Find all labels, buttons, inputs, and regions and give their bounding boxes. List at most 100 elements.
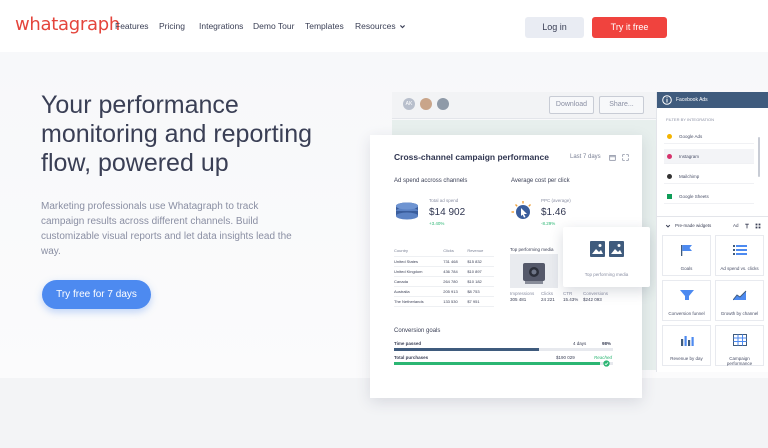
widget-conversion-funnel[interactable]: Conversion funnel (662, 280, 711, 321)
nav-pricing[interactable]: Pricing (159, 21, 185, 31)
integration-instagram[interactable]: Instagram (664, 149, 754, 164)
integration-label: Google Ads (679, 134, 703, 139)
time-passed-value: 4 days (573, 341, 587, 346)
media-thumbnail (510, 254, 558, 288)
table-cell: United Kingdom (394, 266, 444, 277)
nav-integrations[interactable]: Integrations (199, 21, 243, 31)
widget-goals[interactable]: Goals (662, 235, 711, 276)
image-icon (590, 241, 624, 257)
widget-campaign-performance[interactable]: Campaign performance (715, 325, 764, 366)
conversions-header: Conversions (583, 291, 609, 296)
list-icon (733, 245, 747, 255)
integration-google-sheets[interactable]: Google Sheets (664, 189, 754, 204)
integration-mailchimp[interactable]: Mailchimp (664, 169, 754, 184)
table-row: The Netherlands 133 530 $7 951 (394, 296, 494, 307)
integration-label: Mailchimp (679, 174, 700, 179)
mailchimp-icon (667, 174, 672, 179)
avatar (437, 98, 449, 110)
widget-label: Goals (680, 266, 693, 271)
table-cell: $10 182 (467, 276, 494, 287)
try-free-cta-button[interactable]: Try free for 7 days (42, 280, 151, 309)
time-progress-fill (394, 348, 539, 351)
google-sheets-icon (667, 194, 672, 199)
ctr-header: CTR (563, 291, 573, 296)
ad-spend-title: Ad spend accross channels (394, 178, 468, 184)
table-icon (733, 334, 747, 346)
table-cell: $15 832 (467, 256, 494, 267)
login-button[interactable]: Log in (525, 17, 584, 38)
table-row: United Kingdom 436 784 $10 897 (394, 266, 494, 277)
filter-label: FILTER BY INTEGRATION (666, 117, 715, 122)
total-spend-value: $14 902 (429, 207, 466, 218)
hero-headline: Your performance monitoring and reportin… (41, 91, 312, 177)
table-cell: $7 951 (467, 296, 494, 307)
dashboard-toolbar: AK Download Share... (392, 92, 656, 119)
table-cell: $8 753 (467, 286, 494, 297)
avg-cost-title: Average cost per click (511, 178, 570, 184)
nav-templates[interactable]: Templates (305, 21, 344, 31)
integration-label: Instagram (679, 154, 700, 159)
nav-demo-tour[interactable]: Demo Tour (253, 21, 294, 31)
impressions-header: Impressions (510, 291, 535, 296)
integration-label: Google Sheets (679, 194, 709, 199)
ppc-delta: -8.29% (541, 221, 556, 226)
chevron-down-icon (400, 25, 406, 29)
widget-label: Ad spend vs. clicks (720, 266, 759, 271)
whatagraph-logo[interactable]: whatagraph (15, 14, 120, 35)
calendar-icon[interactable] (609, 154, 616, 161)
widget-label: Campaign performance (726, 356, 753, 366)
integration-google-ads[interactable]: Google Ads (664, 129, 754, 144)
download-button[interactable]: Download (549, 96, 594, 114)
card-title: Cross-channel campaign performance (394, 152, 549, 162)
table-cell: Australia (394, 286, 444, 297)
hero-subtext: Marketing professionals use Whatagraph t… (41, 201, 292, 257)
widget-revenue-by-day[interactable]: Revenue by day (662, 325, 711, 366)
table-cell: 436 784 (443, 266, 468, 277)
total-spend-delta: +3.40% (429, 221, 445, 226)
cursor-click-icon (511, 201, 531, 219)
instagram-icon (667, 154, 672, 159)
avatar (420, 98, 432, 110)
widget-growth-by-channel[interactable]: Growth by channel (715, 280, 764, 321)
clicks-value: 24 221 (541, 297, 555, 302)
table-cell: 264 780 (443, 276, 468, 287)
table-cell: 731 468 (443, 256, 468, 267)
bar-chart-icon (681, 336, 694, 346)
period-selector[interactable]: Last 7 days (570, 154, 601, 160)
funnel-icon (680, 290, 694, 300)
share-button[interactable]: Share... (599, 96, 644, 114)
panel-scrollbar[interactable] (758, 137, 760, 177)
table-row: Canada 264 780 $10 182 (394, 276, 494, 287)
info-icon (662, 95, 672, 105)
area-chart-icon (733, 290, 747, 301)
ctr-value: 15.43% (563, 297, 579, 302)
widget-label: Revenue by day (670, 356, 703, 361)
table-cell: United States (394, 256, 444, 267)
ppc-label: PPC (average) (541, 198, 571, 203)
widgets-tag: Ad (733, 223, 739, 228)
coin-stack-icon (396, 202, 418, 220)
purchase-progress-bar (394, 362, 613, 365)
expand-icon[interactable] (622, 154, 629, 161)
panel-header: Facebook Ads (657, 92, 768, 108)
column-header: Clicks (443, 246, 468, 257)
nav-features[interactable]: Features (115, 21, 149, 31)
widget-label: Conversion funnel (668, 311, 705, 316)
chevron-down-icon[interactable] (665, 223, 671, 229)
table-cell: 205 913 (443, 286, 468, 297)
widget-label: Growth by channel (720, 311, 759, 316)
widget-side-panel: Facebook Ads FILTER BY INTEGRATION Googl… (656, 92, 768, 372)
text-icon[interactable] (744, 223, 750, 229)
nav-resources[interactable]: Resources (355, 21, 406, 31)
try-it-free-button[interactable]: Try it free (592, 17, 667, 38)
panel-header-label: Facebook Ads (676, 97, 708, 103)
purchases-value: $190 029 (556, 355, 575, 360)
ppc-value: $1.46 (541, 207, 567, 218)
grid-icon[interactable] (755, 223, 761, 229)
divider (657, 216, 768, 217)
avatar: AK (403, 98, 415, 110)
purchases-label: Total purchases (394, 355, 429, 360)
widget-ad-spend-vs-clicks[interactable]: Ad spend vs. clicks (715, 235, 764, 276)
check-circle-icon (603, 360, 610, 367)
table-cell: $10 897 (467, 266, 494, 277)
